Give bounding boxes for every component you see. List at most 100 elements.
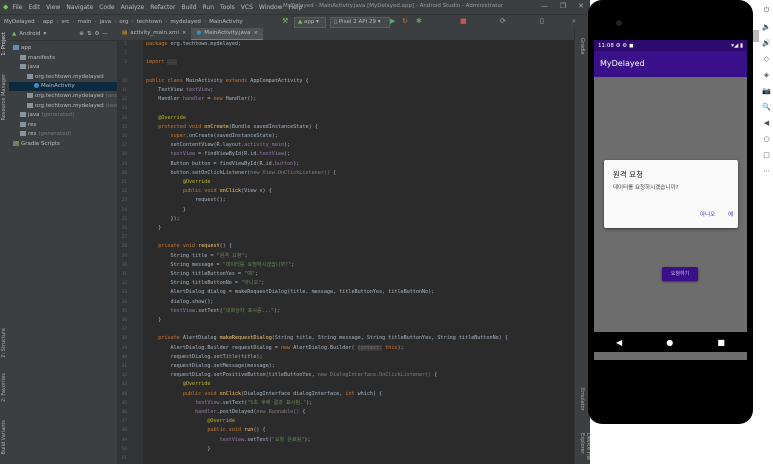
code-line[interactable]: textView.setText("5초 후에 결과 표시됨."); xyxy=(146,399,312,408)
minimize-button[interactable]: — xyxy=(541,2,548,10)
code-line[interactable]: TextView textView; xyxy=(146,86,213,95)
search-icon[interactable]: ⌕ xyxy=(572,17,576,26)
sync-icon[interactable]: ⟳ xyxy=(500,17,506,25)
rotate-left-icon[interactable]: ◇ xyxy=(764,55,769,63)
code-line[interactable]: protected void onCreate(Bundle savedInst… xyxy=(146,123,318,132)
project-tool-button[interactable]: 1: Project xyxy=(1,32,7,56)
tree-item[interactable]: org.techtown.mydelayed (test xyxy=(9,102,118,111)
tree-item[interactable]: org.techtown.mydelayed xyxy=(9,73,117,82)
code-line[interactable]: private AlertDialog makeRequestDialog(St… xyxy=(146,334,508,343)
code-line[interactable]: String titleButtonNo = "아니오"; xyxy=(146,279,265,288)
menu-item-refactor[interactable]: Refactor xyxy=(150,4,175,11)
volume-up-icon[interactable]: 🔊 xyxy=(762,39,771,47)
power-icon[interactable]: ⏻ xyxy=(764,6,770,15)
breadcrumb-item[interactable]: java xyxy=(100,19,112,25)
device-select[interactable]: ▯ Pixel 2 API 29 ▾ xyxy=(330,17,390,28)
tab-activity-main-xml[interactable]: ▤ activity_main.xml × xyxy=(117,28,191,39)
apply-changes-icon[interactable]: ↻ xyxy=(402,17,408,25)
code-line[interactable]: AlertDialog dialog = makeRequestDialog(t… xyxy=(146,288,435,297)
code-line[interactable]: public void onClick(View v) { xyxy=(146,187,272,196)
code-line[interactable]: @Override xyxy=(146,178,211,187)
zoom-icon[interactable]: 🔍 xyxy=(762,103,771,111)
debug-icon[interactable]: ✱ xyxy=(416,17,422,25)
collapse-icon[interactable]: ⇅ xyxy=(87,31,92,37)
hammer-icon[interactable]: ⚒ xyxy=(282,17,288,25)
code-line[interactable]: handler.postDelayed(new Runnable() { xyxy=(146,408,305,417)
hide-icon[interactable]: — xyxy=(102,31,108,37)
code-line[interactable]: public class MainActivity extends AppCom… xyxy=(146,77,309,86)
breadcrumb-item[interactable]: app xyxy=(43,19,53,25)
recents-icon[interactable]: ■ xyxy=(717,338,725,347)
code-line[interactable]: @Override xyxy=(146,380,211,389)
tree-item[interactable]: org.techtown.mydelayed (andr xyxy=(9,92,120,101)
breadcrumb-item[interactable]: src xyxy=(61,19,69,25)
code-line[interactable]: textView.setText("대화상자 표시중..."); xyxy=(146,307,281,316)
code-line[interactable]: } xyxy=(146,206,186,215)
request-button[interactable]: 요청하기 xyxy=(662,267,698,281)
code-line[interactable]: dialog.show(); xyxy=(146,298,214,307)
code-line[interactable]: Handler handler = new Handler(); xyxy=(146,95,256,104)
code-line[interactable]: } xyxy=(146,445,210,454)
menu-item-code[interactable]: Code xyxy=(99,4,114,11)
menu-item-view[interactable]: View xyxy=(46,4,60,11)
code-line[interactable]: public void run() { xyxy=(146,426,265,435)
gradle-tool-button[interactable]: Gradle xyxy=(579,38,585,55)
avd-manager-icon[interactable]: ▯ xyxy=(540,17,544,25)
code-line[interactable]: import ... xyxy=(146,58,177,67)
emulator-tool-button[interactable]: Emulator xyxy=(579,388,585,411)
code-line[interactable]: textView = findViewById(R.id.textView); xyxy=(146,150,291,159)
breadcrumb-item[interactable]: main xyxy=(78,19,92,25)
build-variants-tool-button[interactable]: Build Variants xyxy=(1,420,7,454)
breadcrumb-item[interactable]: MyDelayed xyxy=(4,19,35,25)
camera-icon[interactable]: 📷 xyxy=(762,87,771,95)
resource-manager-tool-button[interactable]: Resource Manager xyxy=(1,74,7,120)
tree-item[interactable]: app xyxy=(9,44,117,53)
code-line[interactable]: @Override xyxy=(146,417,235,426)
code-line[interactable]: String message = "데이터를 요청하시겠습니까?"; xyxy=(146,261,295,270)
volume-down-icon[interactable]: 🔈 xyxy=(762,23,771,31)
tree-item[interactable]: java (generated) xyxy=(9,111,117,120)
code-line[interactable]: @Override xyxy=(146,114,186,123)
tree-item[interactable]: res (generated) xyxy=(9,130,117,139)
code-editor[interactable]: package org.techtown.mydelayed; import ..… xyxy=(143,40,574,464)
tree-item[interactable]: java xyxy=(9,63,117,72)
menu-item-tools[interactable]: Tools xyxy=(220,4,235,11)
close-button[interactable]: ✕ xyxy=(578,2,584,10)
dialog-negative-button[interactable]: 아니오 xyxy=(700,210,715,218)
tree-item[interactable]: manifests xyxy=(9,54,117,63)
maximize-button[interactable]: ❐ xyxy=(560,2,566,10)
code-line[interactable]: private void request() { xyxy=(146,242,232,251)
project-view-select[interactable]: Android xyxy=(19,31,40,37)
back-icon[interactable]: ◀ xyxy=(764,119,769,127)
run-config-select[interactable]: ▲ app ▾ xyxy=(294,17,326,28)
menu-item-navigate[interactable]: Navigate xyxy=(66,4,93,11)
code-line[interactable]: super.onCreate(savedInstanceState); xyxy=(146,132,278,141)
breadcrumb-item[interactable]: MainActivity xyxy=(209,19,243,25)
breadcrumb-item[interactable]: mydelayed xyxy=(170,19,201,25)
code-line[interactable]: } xyxy=(146,224,161,233)
tree-item[interactable]: res xyxy=(9,121,117,130)
chevron-down-icon[interactable]: ▾ xyxy=(44,31,47,37)
run-icon[interactable]: ▶ xyxy=(390,17,395,25)
code-line[interactable]: setContentView(R.layout.activity_main); xyxy=(146,141,291,150)
globe-icon[interactable]: ⊕ xyxy=(79,31,84,37)
code-line[interactable]: String title = "원격 요청"; xyxy=(146,252,248,261)
home-icon[interactable]: ○ xyxy=(763,135,769,143)
menu-item-analyze[interactable]: Analyze xyxy=(121,4,145,11)
code-line[interactable]: requestDialog.setTitle(title); xyxy=(146,353,263,362)
more-icon[interactable]: ⋯ xyxy=(763,167,770,175)
code-line[interactable]: public void onClick(DialogInterface dial… xyxy=(146,390,382,399)
breadcrumb-item[interactable]: techtown xyxy=(137,19,163,25)
menu-item-file[interactable]: File xyxy=(12,4,22,11)
overview-icon[interactable]: □ xyxy=(763,151,770,159)
rotate-right-icon[interactable]: ◈ xyxy=(764,71,769,79)
code-line[interactable]: package org.techtown.mydelayed; xyxy=(146,40,241,49)
code-line[interactable]: String titleButtonYes = "예"; xyxy=(146,270,259,279)
menu-item-window[interactable]: Window xyxy=(259,4,283,11)
favorites-tool-button[interactable]: 2: Favorites xyxy=(1,373,7,402)
menu-item-edit[interactable]: Edit xyxy=(28,4,40,11)
stop-icon[interactable]: ■ xyxy=(460,17,467,25)
code-line[interactable]: Button button = findViewById(R.id.button… xyxy=(146,160,300,169)
tree-item[interactable]: Gradle Scripts xyxy=(9,140,117,149)
code-line[interactable]: request(); xyxy=(146,196,226,205)
